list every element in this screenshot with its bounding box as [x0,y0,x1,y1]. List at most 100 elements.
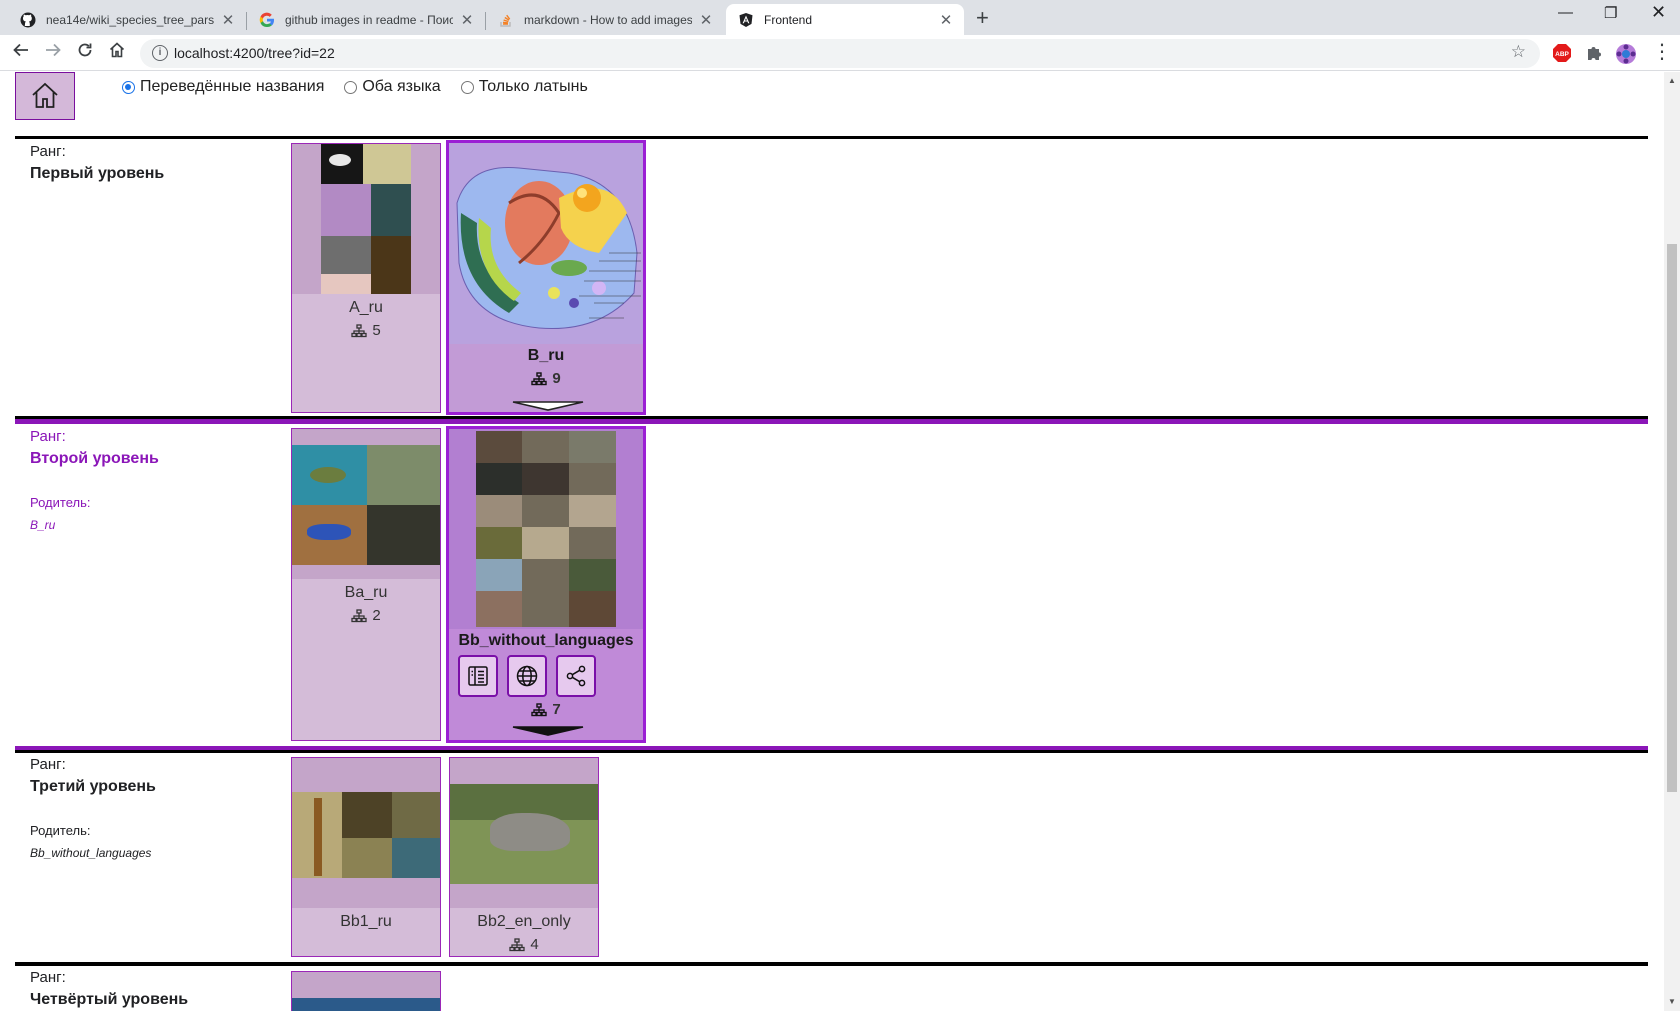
taxon-name: Bb2_en_only [477,913,571,930]
reload-icon[interactable] [76,41,94,64]
rank-divider-accent [15,419,1648,424]
scrollbar-thumb[interactable] [1667,244,1677,792]
collage-tile [367,445,440,505]
home-icon [32,82,58,108]
minimize-window-button[interactable]: — [1558,4,1573,21]
restore-window-button[interactable]: ❐ [1604,4,1617,22]
collage-tile [321,236,371,274]
rank-info-level-1: Ранг: Первый уровень [30,143,164,183]
close-tab-icon[interactable]: ✕ [459,11,475,29]
rank-label: Ранг: [30,756,66,773]
collage-tile [476,527,522,559]
url-text: localhost:4200/tree?id=22 [174,45,335,61]
rank-info-level-4: Ранг: Четвёртый уровень [30,969,188,1009]
page-viewport: Переведённые названия Оба языка Только л… [0,72,1664,1011]
radio-indicator[interactable] [344,80,358,94]
github-icon [20,12,36,28]
rank-divider [15,750,1648,753]
home-button[interactable] [15,72,75,120]
collage-tile [392,838,440,878]
collage-tile [307,524,351,540]
taxon-card-b[interactable]: B_ru 9 [446,140,646,415]
taxon-image [292,144,440,294]
radio-both-languages[interactable]: Оба языка [344,78,441,96]
children-count-value: 2 [372,607,381,624]
collage-tile [292,998,440,1011]
site-info-icon[interactable]: i [152,45,168,61]
scroll-down-arrow-icon[interactable]: ▼ [1668,997,1676,1006]
parent-name[interactable]: B_ru [30,518,159,532]
profile-avatar-icon[interactable] [1615,43,1637,70]
taxon-image [292,758,440,908]
rank-label: Ранг: [30,143,66,160]
rank-name: Четвёртый уровень [30,991,189,1008]
close-window-button[interactable]: ✕ [1651,2,1666,23]
home-icon[interactable] [108,41,126,64]
collage-tile [476,431,522,463]
radio-latin-only[interactable]: Только латынь [460,78,588,96]
taxon-card-bb1[interactable]: Bb1_ru [291,757,441,957]
rank-label: Ранг: [30,428,66,445]
rank-name: Третий уровень [30,778,156,795]
browser-tab-github[interactable]: nea14e/wiki_species_tree_parser ✕ [8,4,246,35]
new-tab-button[interactable]: + [976,5,989,31]
adblock-plus-icon[interactable]: ABP [1552,43,1572,68]
extensions-puzzle-icon[interactable] [1584,43,1604,68]
browser-menu-icon[interactable]: ⋮ [1652,39,1672,64]
taxon-name: Bb_without_languages [458,632,634,649]
globe-icon [516,665,538,687]
taxon-name: Ba_ru [344,584,388,601]
close-tab-icon[interactable]: ✕ [938,11,954,29]
children-count-value: 4 [530,936,539,953]
bookmark-star-icon[interactable]: ☆ [1511,42,1526,62]
close-tab-icon[interactable]: ✕ [220,11,236,29]
taxon-card-a[interactable]: A_ru 5 [291,143,441,413]
rank-name: Первый уровень [30,165,165,182]
parent-name[interactable]: Bb_without_languages [30,846,156,860]
rank-name: Второй уровень [30,450,159,467]
article-button[interactable] [458,655,498,697]
tab-title: Frontend [764,12,813,27]
browser-toolbar: i localhost:4200/tree?id=22 ☆ ABP ⋮ [0,35,1680,71]
children-count: 2 [292,607,440,624]
rank-divider [15,962,1648,966]
taxon-card-ba[interactable]: Ba_ru 2 [291,428,441,741]
rank-info-level-3: Ранг: Третий уровень Родитель: Bb_withou… [30,756,156,860]
cell-diagram-illustration [456,166,641,330]
close-tab-icon[interactable]: ✕ [698,11,714,29]
collage-tile [569,431,616,463]
children-count-value: 5 [372,322,381,339]
back-arrow-icon[interactable] [12,41,30,64]
tab-title: nea14e/wiki_species_tree_parser [46,12,214,27]
collage-tile [363,144,411,184]
expand-chevron-icon[interactable] [511,400,585,412]
hierarchy-icon [351,608,367,622]
share-button[interactable] [556,655,596,697]
tab-title: markdown - How to add images [524,12,692,27]
taxon-card-bb2[interactable]: Bb2_en_only 4 [449,757,599,957]
collage-tile [371,184,411,236]
page-scrollbar[interactable]: ▲ ▼ [1664,72,1680,1011]
address-bar[interactable]: i localhost:4200/tree?id=22 ☆ [140,39,1540,68]
collapse-chevron-icon[interactable] [511,725,585,737]
collage-tile [476,559,522,591]
radio-translated-names[interactable]: Переведённые названия [122,78,324,96]
radio-indicator[interactable] [460,80,474,94]
taxon-image [449,429,643,629]
taxon-card-bb[interactable]: Bb_without_languages 7 [446,426,646,743]
children-count-value: 7 [552,701,561,718]
wiki-link-button[interactable] [507,655,547,697]
browser-tab-google[interactable]: github images in readme - Поиск ✕ [247,4,485,35]
collage-tile [321,274,371,294]
collage-tile [476,591,522,627]
radio-indicator[interactable] [122,80,135,94]
scroll-up-arrow-icon[interactable]: ▲ [1668,76,1676,85]
hierarchy-icon [531,371,548,385]
taxon-card-partial[interactable] [291,971,441,1011]
collage-tile [569,495,616,527]
browser-tab-frontend[interactable]: Frontend ✕ [726,4,964,35]
forward-arrow-icon[interactable] [44,41,62,64]
browser-tab-stackoverflow[interactable]: markdown - How to add images ✕ [486,4,724,35]
hierarchy-icon [531,702,548,716]
taxon-image [292,429,440,579]
